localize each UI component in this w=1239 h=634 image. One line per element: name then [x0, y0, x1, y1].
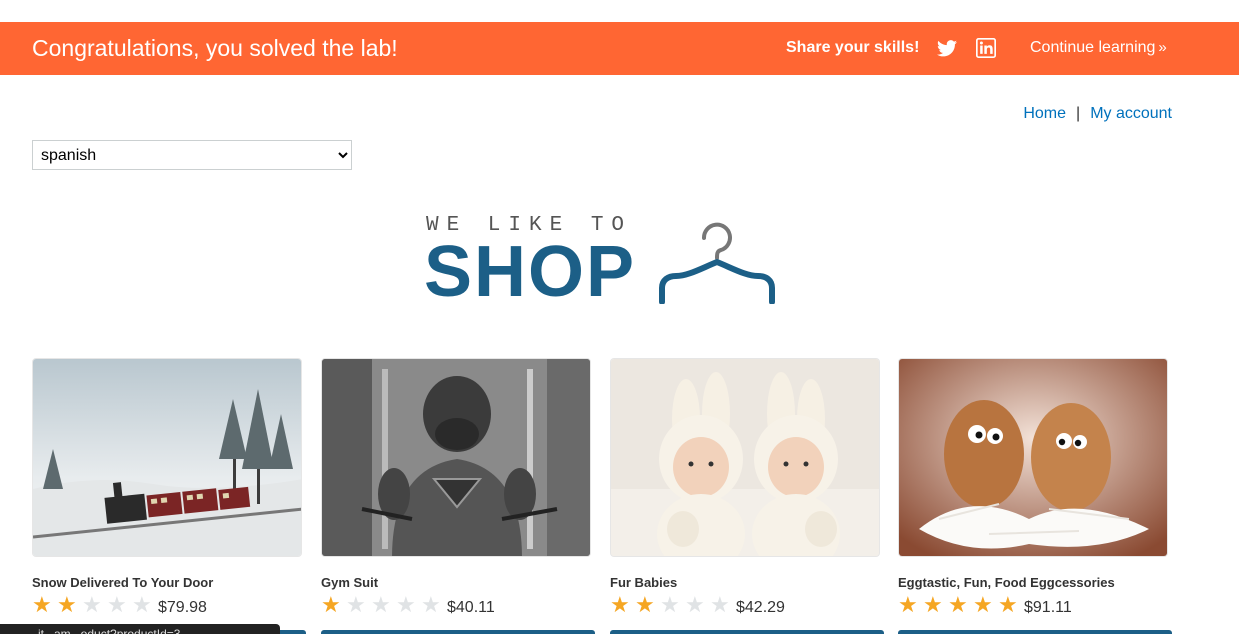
share-label: Share your skills!	[786, 39, 920, 56]
star-icon: ★	[396, 592, 416, 617]
product-rating: ★ ★ ★ ★ ★ $40.11	[321, 592, 495, 617]
my-account-link[interactable]: My account	[1090, 105, 1172, 122]
view-details-button[interactable]	[610, 630, 884, 634]
product-name[interactable]: Eggtastic, Fun, Food Eggcessories	[898, 575, 1115, 590]
view-details-button[interactable]	[898, 630, 1172, 634]
star-icon: ★	[32, 592, 52, 617]
link-status-bar: ...it...am...oduct?productId=3	[0, 624, 280, 634]
double-chevron-right-icon: »	[1158, 39, 1167, 56]
star-icon: ★	[346, 592, 366, 617]
star-icon: ★	[948, 592, 968, 617]
product-image-babies[interactable]	[610, 358, 880, 557]
star-icon: ★	[321, 592, 341, 617]
product-price: $42.29	[736, 599, 785, 616]
product-price: $91.11	[1024, 599, 1072, 616]
star-icon: ★	[685, 592, 705, 617]
product-rating: ★ ★ ★ ★ ★ $91.11	[898, 592, 1072, 617]
star-icon: ★	[82, 592, 102, 617]
star-icon: ★	[132, 592, 152, 617]
product-card[interactable]: Snow Delivered To Your Door ★ ★ ★ ★ ★ $79.98	[32, 358, 306, 634]
shop-logo: WE LIKE TO SHOP	[424, 212, 781, 312]
product-name[interactable]: Fur Babies	[610, 575, 677, 590]
product-card[interactable]: Gym Suit ★ ★ ★ ★ ★ $40.11	[321, 358, 595, 634]
star-icon: ★	[898, 592, 918, 617]
product-card[interactable]: Eggtastic, Fun, Food Eggcessories ★ ★ ★ ★ ★ …	[898, 358, 1172, 634]
product-card[interactable]: Fur Babies ★ ★ ★ ★ ★ $42.29	[610, 358, 884, 634]
product-rating: ★ ★ ★ ★ ★ $42.29	[610, 592, 785, 617]
star-icon: ★	[57, 592, 77, 617]
nav-separator: |	[1076, 105, 1081, 122]
continue-learning-label: Continue learning	[1030, 39, 1156, 56]
product-image-train[interactable]	[32, 358, 302, 557]
product-price: $40.11	[447, 599, 495, 616]
star-icon: ★	[610, 592, 630, 617]
star-icon: ★	[371, 592, 391, 617]
continue-learning-link[interactable]: Continue learning»	[1030, 39, 1167, 57]
star-icon: ★	[635, 592, 655, 617]
twitter-icon[interactable]	[937, 38, 957, 58]
product-price: $79.98	[158, 599, 207, 616]
star-icon: ★	[923, 592, 943, 617]
product-name[interactable]: Gym Suit	[321, 575, 378, 590]
lab-solved-banner: Congratulations, you solved the lab! Sha…	[0, 22, 1239, 75]
star-icon: ★	[421, 592, 441, 617]
language-select[interactable]: spanish	[32, 140, 352, 170]
star-icon: ★	[973, 592, 993, 617]
star-icon: ★	[660, 592, 680, 617]
linkedin-icon[interactable]	[976, 38, 996, 58]
hanger-icon	[659, 222, 775, 304]
product-image-gym-dog[interactable]	[321, 358, 591, 557]
star-icon: ★	[710, 592, 730, 617]
banner-title: Congratulations, you solved the lab!	[32, 35, 398, 61]
top-nav: Home | My account	[1023, 105, 1172, 123]
view-details-button[interactable]	[321, 630, 595, 634]
star-icon: ★	[107, 592, 127, 617]
product-image-eggs[interactable]	[898, 358, 1168, 557]
home-link[interactable]: Home	[1023, 105, 1066, 122]
star-icon: ★	[998, 592, 1018, 617]
logo-word: SHOP	[424, 232, 637, 312]
product-name[interactable]: Snow Delivered To Your Door	[32, 575, 213, 590]
product-rating: ★ ★ ★ ★ ★ $79.98	[32, 592, 207, 617]
